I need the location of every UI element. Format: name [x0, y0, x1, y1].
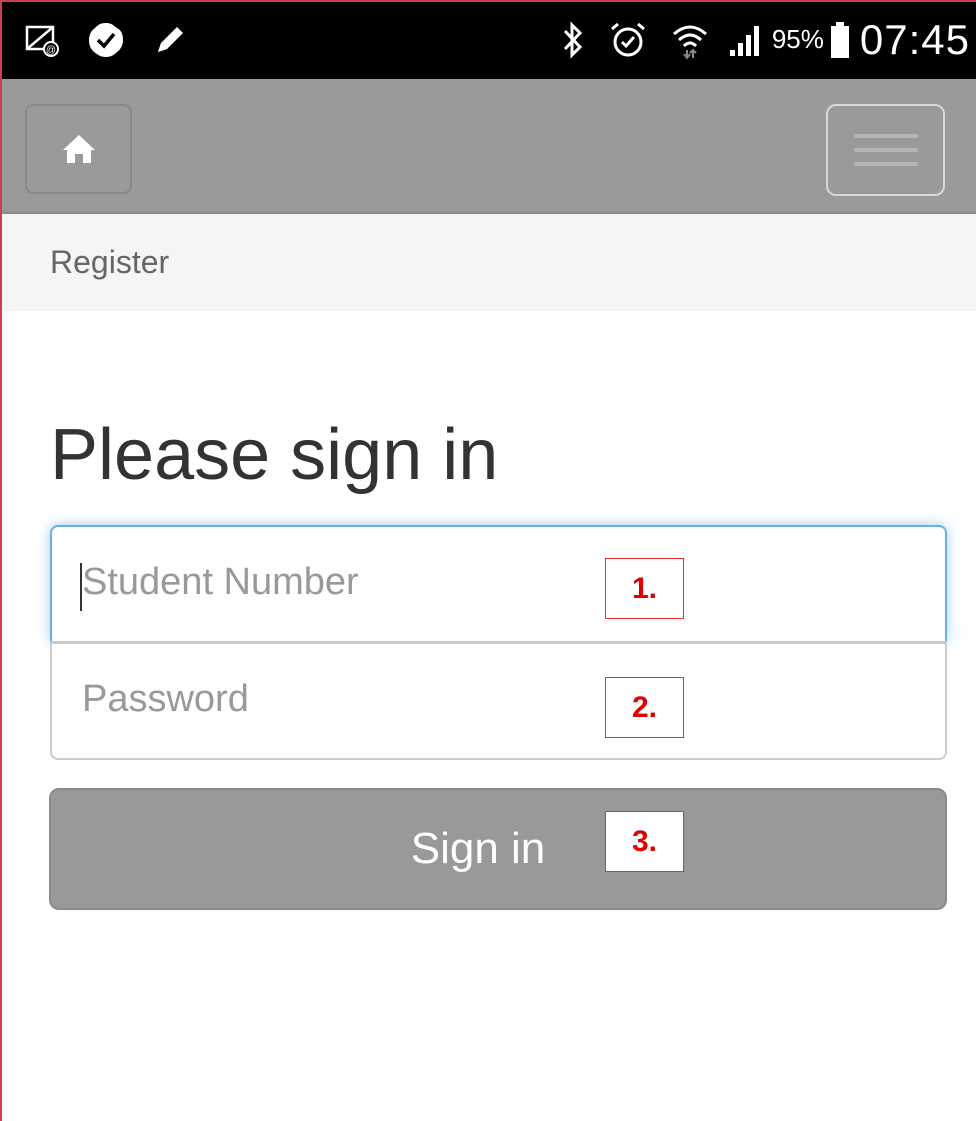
- battery-icon: [830, 20, 850, 60]
- signal-icon: [728, 22, 764, 58]
- alarm-icon: [608, 20, 648, 60]
- hamburger-menu-button[interactable]: [826, 104, 945, 196]
- bluetooth-icon: [558, 20, 588, 60]
- annotation-marker-3: 3.: [605, 811, 684, 872]
- student-number-placeholder: Student Number: [82, 561, 359, 603]
- sign-in-button-label: Sign in: [410, 824, 546, 873]
- student-number-field[interactable]: Student Number: [50, 525, 947, 642]
- email-notification-icon: @: [24, 22, 60, 58]
- password-field[interactable]: Password: [50, 642, 947, 760]
- status-bar: @ 95% 07:45: [0, 0, 976, 79]
- check-badge-icon: [86, 20, 126, 60]
- status-bar-right: 95% 07:45: [558, 0, 970, 79]
- wifi-icon: [670, 20, 710, 60]
- breadcrumb: Register: [0, 214, 976, 311]
- status-bar-left: @: [24, 0, 188, 79]
- svg-text:@: @: [46, 45, 56, 56]
- pencil-icon: [152, 22, 188, 58]
- status-clock: 07:45: [859, 15, 970, 63]
- hamburger-menu-icon: [853, 134, 918, 138]
- top-navbar: [0, 79, 976, 214]
- sign-in-button[interactable]: Sign in: [49, 788, 947, 910]
- sign-in-form: Student Number Password: [50, 525, 947, 760]
- home-icon: [59, 129, 99, 169]
- home-button[interactable]: [25, 104, 132, 194]
- register-link[interactable]: Register: [50, 244, 169, 281]
- hamburger-menu-icon-bar: [853, 148, 918, 152]
- password-placeholder: Password: [82, 678, 249, 720]
- hamburger-menu-icon-bar: [853, 162, 918, 166]
- page-title: Please sign in: [50, 415, 499, 495]
- battery-percent: 95%: [771, 24, 824, 54]
- annotation-marker-2: 2.: [605, 677, 684, 738]
- annotation-marker-1: 1.: [605, 558, 684, 619]
